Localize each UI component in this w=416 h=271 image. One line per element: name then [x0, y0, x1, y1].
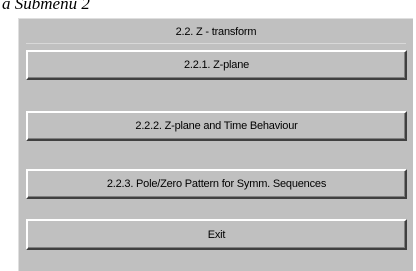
menu-title: 2.2. Z - transform: [26, 21, 406, 44]
submenu-window: 2.2. Z - transform 2.2.1. Z-plane 2.2.2.…: [18, 18, 413, 271]
figure-caption: a Submenu 2: [2, 0, 90, 13]
pole-zero-pattern-button[interactable]: 2.2.3. Pole/Zero Pattern for Symm. Seque…: [26, 169, 407, 199]
exit-button[interactable]: Exit: [26, 219, 407, 250]
z-plane-button[interactable]: 2.2.1. Z-plane: [26, 50, 407, 80]
z-plane-time-behaviour-button[interactable]: 2.2.2. Z-plane and Time Behaviour: [26, 111, 407, 141]
